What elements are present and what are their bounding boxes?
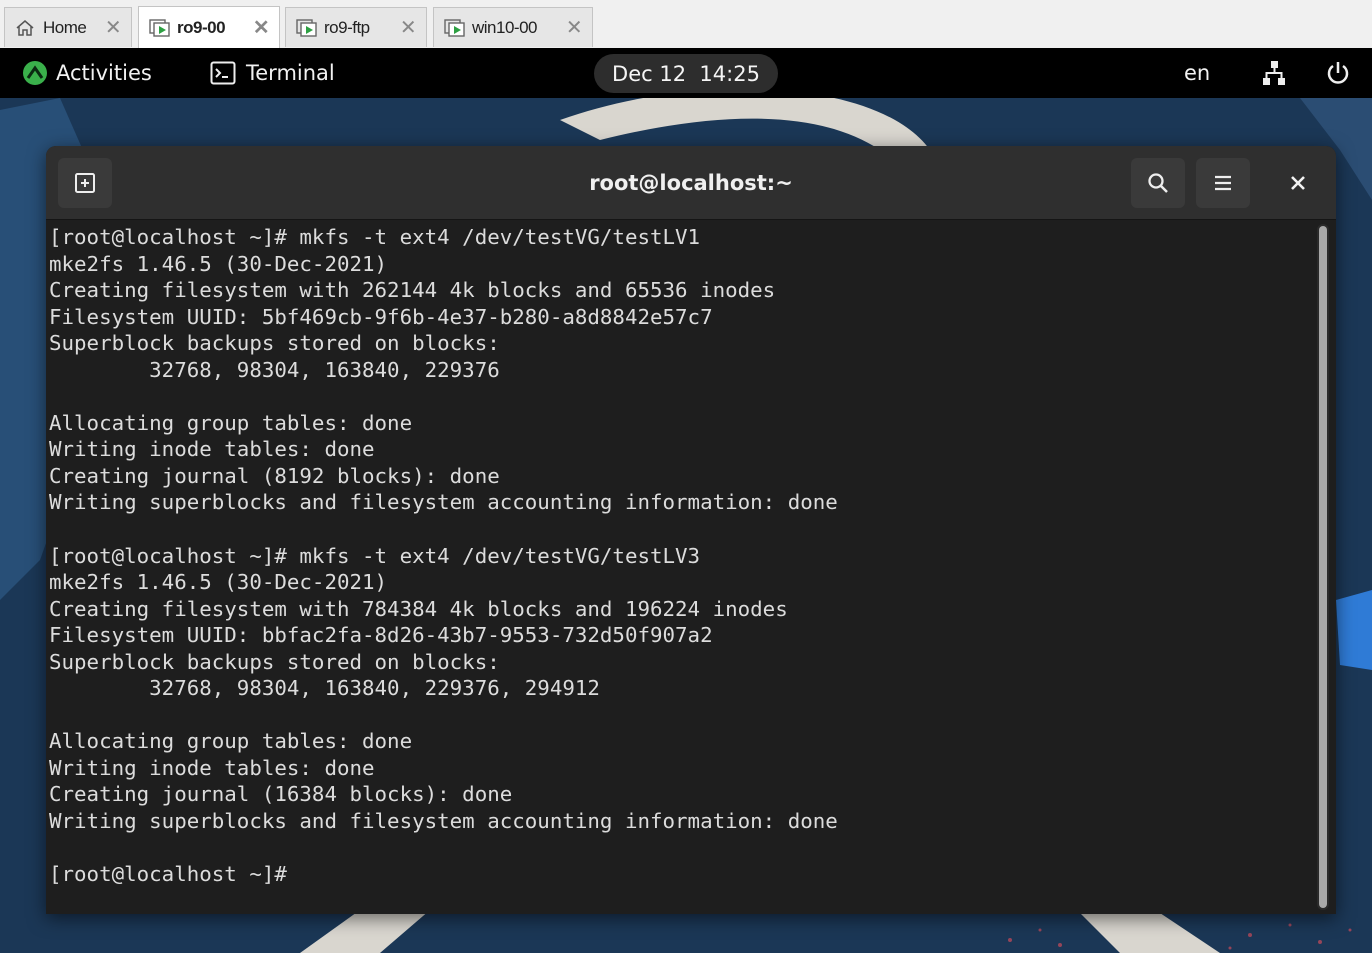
terminal-line: Allocating group tables: done [49, 729, 413, 754]
clock-button[interactable]: Dec 12 14:25 [594, 54, 778, 93]
terminal-line: mke2fs 1.46.5 (30-Dec-2021) [49, 251, 388, 276]
vm-icon [444, 17, 466, 39]
vm-icon [296, 17, 318, 39]
new-tab-button[interactable] [58, 158, 112, 208]
terminal-line: Creating filesystem with 262144 4k block… [49, 278, 776, 303]
close-icon[interactable]: ✕ [101, 15, 125, 40]
vm-tab-strip: Home ✕ ro9-00 ✕ ro9-ftp ✕ win10-00 ✕ [0, 0, 1372, 49]
network-icon[interactable] [1262, 48, 1286, 98]
terminal-line: Writing superblocks and filesystem accou… [49, 809, 838, 834]
tab-ro9-ftp-label: ro9-ftp [324, 17, 370, 37]
terminal-line: Superblock backups stored on blocks: [49, 331, 500, 356]
clock-label: Dec 12 14:25 [612, 61, 760, 86]
new-tab-icon [75, 173, 95, 193]
activities-button[interactable]: Activities [22, 48, 152, 98]
search-button[interactable] [1131, 158, 1185, 208]
power-icon[interactable] [1325, 48, 1351, 98]
close-icon[interactable]: ✕ [562, 15, 586, 40]
terminal-line: [root@localhost ~]# [49, 862, 300, 887]
terminal-line: Allocating group tables: done [49, 410, 413, 435]
app-name-label: Terminal [246, 61, 335, 85]
tab-ro9-ftp[interactable]: ro9-ftp ✕ [285, 7, 427, 47]
tab-home-label: Home [43, 17, 87, 37]
tab-home[interactable]: Home ✕ [4, 7, 132, 47]
tab-win10-00-label: win10-00 [472, 17, 538, 37]
terminal-line: mke2fs 1.46.5 (30-Dec-2021) [49, 570, 388, 595]
vm-icon [149, 17, 171, 39]
hamburger-menu-icon [1215, 175, 1231, 191]
home-icon [15, 17, 37, 39]
terminal-line: Creating filesystem with 784384 4k block… [49, 596, 788, 621]
terminal-line: 32768, 98304, 163840, 229376 [49, 357, 500, 382]
tab-ro9-00-label: ro9-00 [177, 17, 226, 37]
tab-ro9-00[interactable]: ro9-00 ✕ [138, 6, 280, 48]
tab-win10-00[interactable]: win10-00 ✕ [433, 7, 593, 47]
terminal-line: Creating journal (16384 blocks): done [49, 782, 513, 807]
close-icon [1291, 176, 1305, 190]
terminal-app-icon [210, 61, 236, 85]
terminal-scrollbar[interactable] [1317, 224, 1329, 910]
terminal-text: [root@localhost ~]# mkfs -t ext4 /dev/te… [49, 224, 838, 888]
fedora-logo-icon [23, 61, 47, 85]
terminal-line: Creating journal (8192 blocks): done [49, 463, 500, 488]
terminal-line: Filesystem UUID: bbfac2fa-8d26-43b7-9553… [49, 623, 713, 648]
terminal-line: Filesystem UUID: 5bf469cb-9f6b-4e37-b280… [49, 304, 713, 329]
search-icon [1148, 173, 1168, 193]
close-window-button[interactable] [1271, 158, 1325, 208]
app-menu-terminal[interactable]: Terminal [210, 48, 335, 98]
close-icon[interactable]: ✕ [249, 15, 273, 40]
window-headerbar: root@localhost:~ [46, 146, 1336, 220]
scrollbar-thumb[interactable] [1319, 226, 1327, 908]
close-icon[interactable]: ✕ [396, 15, 420, 40]
terminal-line: Writing inode tables: done [49, 437, 375, 462]
terminal-line: 32768, 98304, 163840, 229376, 294912 [49, 676, 600, 701]
gnome-top-bar: Activities Terminal Dec 12 14:25 en [0, 48, 1372, 98]
activities-label: Activities [56, 61, 152, 85]
terminal-line: Writing superblocks and filesystem accou… [49, 490, 838, 515]
menu-button[interactable] [1196, 158, 1250, 208]
terminal-line: Writing inode tables: done [49, 755, 375, 780]
keyboard-layout-label: en [1184, 61, 1211, 85]
terminal-line: [root@localhost ~]# mkfs -t ext4 /dev/te… [49, 225, 701, 249]
terminal-window: root@localhost:~ [root@localhost ~]# mkf… [46, 146, 1336, 914]
keyboard-layout-indicator[interactable]: en [1184, 48, 1210, 98]
terminal-line: Superblock backups stored on blocks: [49, 649, 500, 674]
terminal-output-area[interactable]: [root@localhost ~]# mkfs -t ext4 /dev/te… [46, 220, 1312, 914]
terminal-line: [root@localhost ~]# mkfs -t ext4 /dev/te… [49, 543, 701, 568]
